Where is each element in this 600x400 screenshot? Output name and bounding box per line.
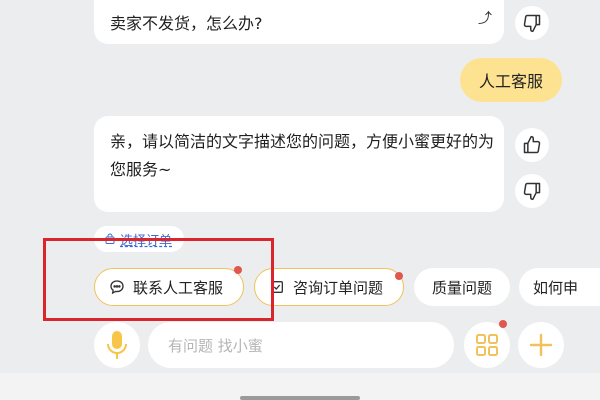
user-message-text: 人工客服 (478, 72, 543, 91)
thumbs-down-button[interactable] (515, 174, 549, 208)
chip-how-to[interactable]: 如何申 (519, 268, 600, 306)
microphone-icon (107, 331, 127, 359)
chip-label: 如何申 (533, 278, 579, 297)
bot-reply-text: 亲，请以简洁的文字描述您的问题，方便小蜜更好的为您服务~ (110, 132, 495, 179)
more-services-button[interactable] (464, 322, 510, 368)
plus-icon (529, 333, 553, 357)
grid-apps-icon (476, 334, 498, 356)
voice-input-button[interactable] (94, 322, 140, 368)
chip-order-inquiry[interactable]: 咨询订单问题 (254, 268, 404, 306)
notification-badge (499, 320, 507, 328)
bot-message-text: 卖家不发货，怎么办? (110, 14, 263, 33)
thumbs-down-icon (523, 182, 541, 201)
message-input[interactable]: 有问题 找小蜜 (148, 322, 454, 368)
chip-label: 咨询订单问题 (293, 278, 384, 297)
highlight-box (43, 238, 274, 321)
add-button[interactable] (518, 322, 564, 368)
thumbs-down-button[interactable] (515, 6, 549, 40)
user-message-bubble: 人工客服 (460, 58, 562, 102)
edit-mark-icon: ⤴ (478, 11, 492, 27)
home-indicator[interactable] (240, 396, 360, 400)
input-placeholder: 有问题 找小蜜 (168, 336, 263, 355)
notification-badge (395, 272, 403, 280)
chip-quality-issue[interactable]: 质量问题 (414, 268, 510, 306)
thumbs-up-button[interactable] (515, 128, 549, 162)
chip-label: 质量问题 (431, 278, 492, 297)
thumbs-up-icon (523, 135, 541, 154)
thumbs-down-icon (523, 14, 541, 33)
